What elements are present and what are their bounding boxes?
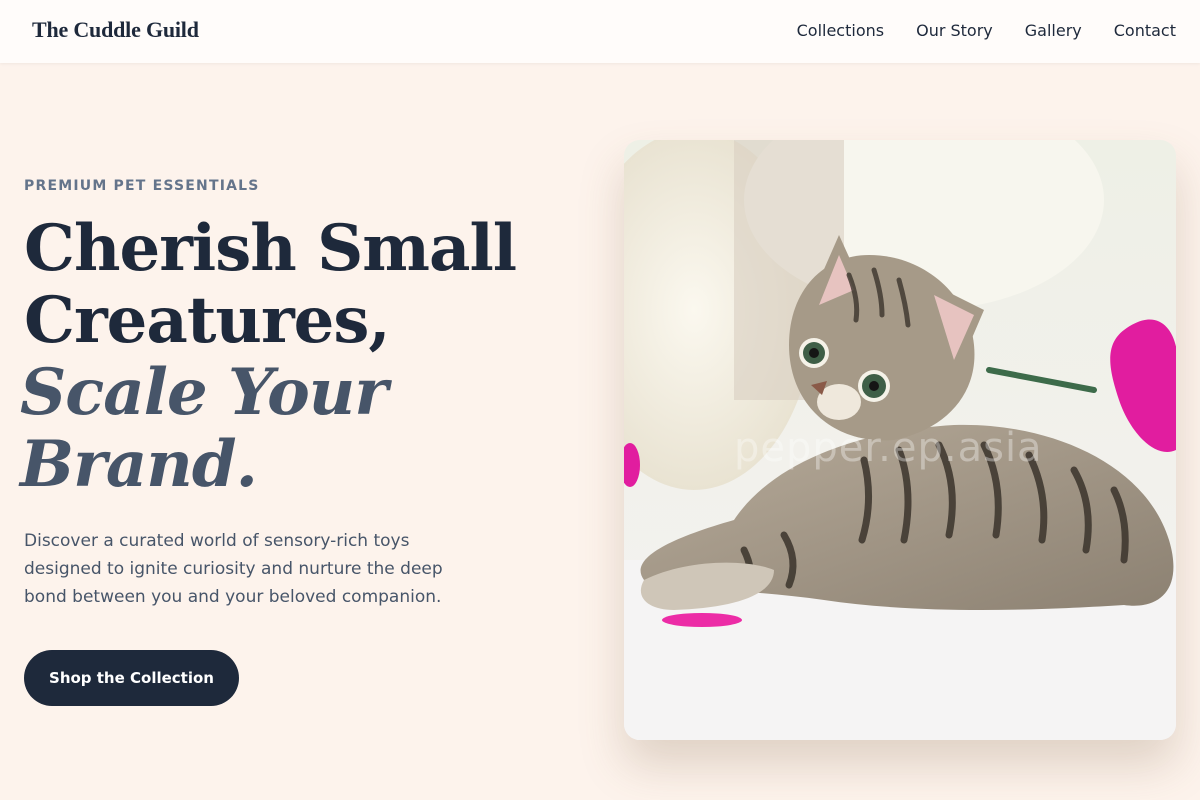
headline-accent-2: Brand.: [20, 427, 258, 502]
hero-headline: Cherish Small Creatures, Scale Your Bran…: [20, 211, 584, 501]
site-header: The Cuddle Guild Collections Our Story G…: [0, 0, 1200, 63]
shop-collection-button[interactable]: Shop the Collection: [24, 650, 239, 706]
image-watermark: pepper.ep.asia: [734, 425, 1043, 471]
nav-link-collections[interactable]: Collections: [797, 21, 884, 40]
hero-kitten-photo: pepper.ep.asia: [624, 140, 1176, 740]
headline-accent-1: Scale Your: [20, 355, 388, 430]
headline-line-1: Cherish Small: [24, 211, 517, 286]
headline-line-2: Creatures,: [24, 283, 391, 358]
nav-link-gallery[interactable]: Gallery: [1025, 21, 1082, 40]
nav-link-our-story[interactable]: Our Story: [916, 21, 993, 40]
hero-description: Discover a curated world of sensory-rich…: [24, 531, 443, 607]
main-nav: Collections Our Story Gallery Contact: [797, 21, 1176, 40]
nav-link-contact[interactable]: Contact: [1114, 21, 1176, 40]
brand-logo[interactable]: The Cuddle Guild: [32, 17, 199, 43]
hero-eyebrow: PREMIUM PET ESSENTIALS: [24, 178, 260, 194]
